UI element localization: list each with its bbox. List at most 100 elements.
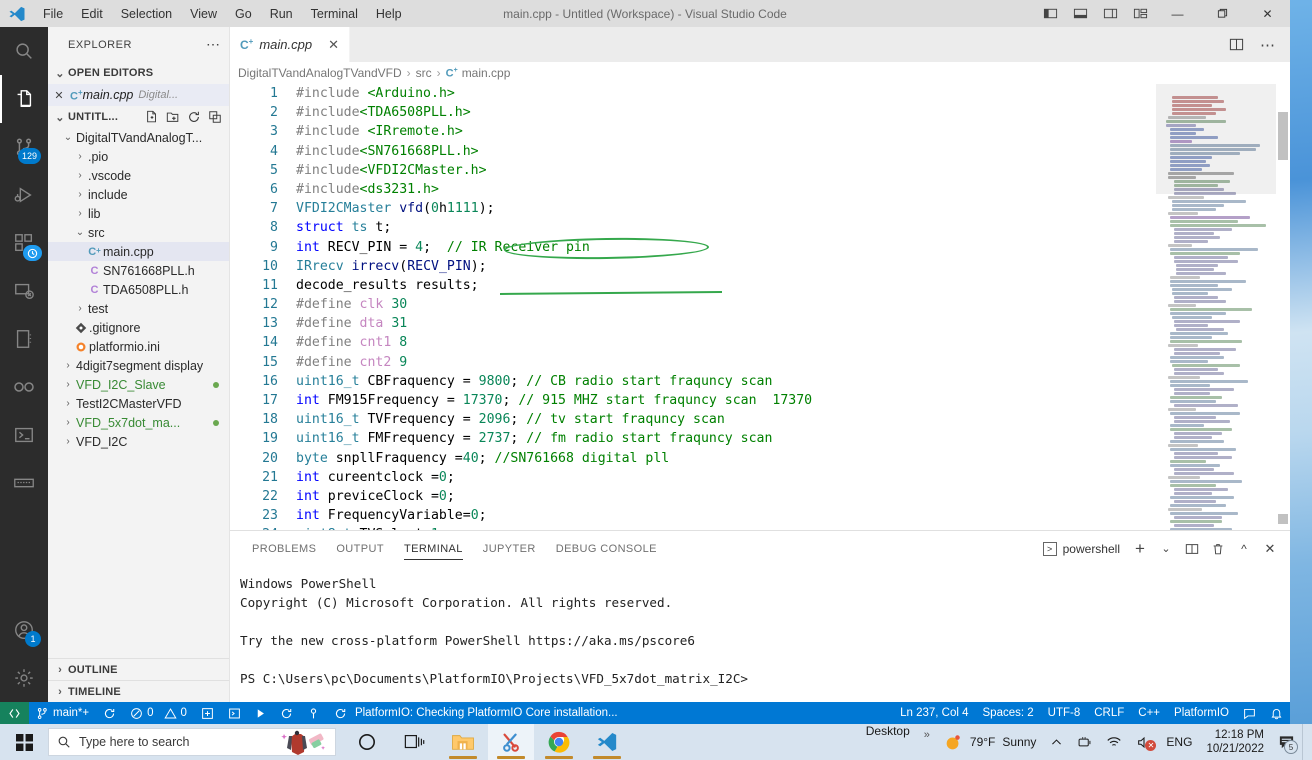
menu-view[interactable]: View xyxy=(181,3,226,25)
section-timeline[interactable]: › TIMELINE xyxy=(48,680,229,702)
more-actions-icon[interactable]: ⋯ xyxy=(1254,27,1282,62)
infinity-icon[interactable] xyxy=(0,363,48,411)
tree-item-gitignore[interactable]: .gitignore xyxy=(48,318,229,337)
language-indicator[interactable]: ENG xyxy=(1159,724,1199,760)
volume-muted-icon[interactable]: ✕ xyxy=(1129,724,1159,760)
pio-home-icon[interactable] xyxy=(194,702,221,724)
new-file-icon[interactable] xyxy=(142,107,162,127)
files-icon[interactable] xyxy=(0,75,48,123)
status-branch[interactable]: main*+ xyxy=(29,702,96,724)
split-terminal-icon[interactable] xyxy=(1180,536,1204,562)
run-debug-icon[interactable] xyxy=(0,171,48,219)
status-eol[interactable]: CRLF xyxy=(1087,702,1131,724)
status-indentation[interactable]: Spaces: 2 xyxy=(976,702,1041,724)
status-platformio[interactable]: PlatformIO xyxy=(1167,702,1236,724)
tab-output[interactable]: OUTPUT xyxy=(326,531,394,566)
remote-window-icon[interactable] xyxy=(0,702,29,724)
menu-go[interactable]: Go xyxy=(226,3,261,25)
menu-file[interactable]: File xyxy=(34,3,72,25)
panel-bottom-icon[interactable] xyxy=(1065,0,1095,27)
tree-item-vscode[interactable]: › .vscode xyxy=(48,166,229,185)
close-icon[interactable]: ✕ xyxy=(48,89,70,102)
tab-problems[interactable]: PROBLEMS xyxy=(242,531,326,566)
minimize-button[interactable]: — xyxy=(1155,0,1200,27)
new-terminal-icon[interactable]: + xyxy=(1128,536,1152,562)
section-workspace[interactable]: ⌄ UNTITL... xyxy=(48,106,229,128)
tree-item-pio[interactable]: › .pio xyxy=(48,147,229,166)
breadcrumb-folder[interactable]: src xyxy=(416,66,432,80)
section-open-editors[interactable]: ⌄ OPEN EDITORS xyxy=(48,62,229,84)
cortana-icon[interactable] xyxy=(344,724,390,760)
pio-build-icon[interactable] xyxy=(248,702,273,724)
folder-icon[interactable] xyxy=(440,724,486,760)
more-actions-icon[interactable]: ⋯ xyxy=(206,36,221,53)
tree-item-lib[interactable]: › lib xyxy=(48,204,229,223)
refresh-icon[interactable] xyxy=(184,107,204,127)
menu-help[interactable]: Help xyxy=(367,3,411,25)
code-content[interactable]: 1 #include <Arduino.h> 2 #include<TDA6508PL… xyxy=(230,84,1156,530)
section-outline[interactable]: › OUTLINE xyxy=(48,658,229,680)
taskbar-clock[interactable]: 12:18 PM 10/21/2022 xyxy=(1199,724,1271,760)
maximize-panel-icon[interactable]: ^ xyxy=(1232,536,1256,562)
panel-left-icon[interactable] xyxy=(1035,0,1065,27)
kill-terminal-icon[interactable] xyxy=(1206,536,1230,562)
tree-item-platformio-ini[interactable]: platformio.ini xyxy=(48,337,229,356)
editor-scrollbar[interactable] xyxy=(1276,84,1290,530)
tree-item-folder[interactable]: ⌄ DigitalTVandAnalogT... xyxy=(48,128,229,147)
tree-item-4digit7segment[interactable]: › 4digit7segment display xyxy=(48,356,229,375)
desktop-label[interactable]: Desktop xyxy=(859,724,917,760)
weather-widget[interactable]: 79°F Sunny xyxy=(937,724,1044,760)
onedrive-icon[interactable] xyxy=(1070,724,1099,760)
menu-run[interactable]: Run xyxy=(261,3,302,25)
close-icon[interactable]: ✕ xyxy=(328,37,339,53)
tab-main-cpp[interactable]: C+ main.cpp ✕ xyxy=(230,27,350,62)
account-icon[interactable]: 1 xyxy=(0,606,48,654)
tree-item-vfd-i2c-slave[interactable]: › VFD_I2C_Slave xyxy=(48,375,229,394)
tree-item-testi2cmastervfd[interactable]: › TestI2CMasterVFD xyxy=(48,394,229,413)
maximize-button[interactable] xyxy=(1200,0,1245,27)
close-panel-icon[interactable]: ✕ xyxy=(1258,536,1282,562)
remote-explorer-icon[interactable] xyxy=(0,267,48,315)
tab-terminal[interactable]: TERMINAL xyxy=(394,531,473,566)
status-cursor-position[interactable]: Ln 237, Col 4 xyxy=(893,702,975,724)
open-editor-item[interactable]: ✕ C+ main.cpp Digital... xyxy=(48,84,229,106)
source-control-icon[interactable]: 129 xyxy=(0,123,48,171)
tree-item-tda6508pll-h[interactable]: C TDA6508PLL.h xyxy=(48,280,229,299)
new-folder-icon[interactable] xyxy=(163,107,183,127)
minimap[interactable] xyxy=(1156,84,1276,530)
split-editor-icon[interactable] xyxy=(1222,27,1250,62)
serial-port-icon[interactable] xyxy=(0,459,48,507)
close-window-button[interactable]: ✕ xyxy=(1245,0,1290,27)
scissors-icon[interactable] xyxy=(488,724,534,760)
scrollbar-thumb[interactable] xyxy=(1278,112,1288,160)
search-input[interactable]: Type here to search xyxy=(79,735,189,749)
gear-icon[interactable] xyxy=(0,654,48,702)
chevron-down-icon[interactable]: ⌄ xyxy=(1154,536,1178,562)
source-code[interactable]: 1 #include <Arduino.h> 2 #include<TDA6508PL… xyxy=(230,84,1156,530)
windows-start-icon[interactable] xyxy=(0,724,48,760)
status-sync-icon[interactable] xyxy=(96,702,123,724)
menu-selection[interactable]: Selection xyxy=(112,3,181,25)
status-task-message[interactable]: PlatformIO: Checking PlatformIO Core ins… xyxy=(327,702,625,724)
tree-item-vfd-5x7dot[interactable]: › VFD_5x7dot_ma... xyxy=(48,413,229,432)
pio-serial-icon[interactable] xyxy=(300,702,327,724)
collapse-all-icon[interactable] xyxy=(205,107,225,127)
panel-right-icon[interactable] xyxy=(1095,0,1125,27)
pio-terminal-icon[interactable] xyxy=(221,702,248,724)
status-problems[interactable]: 0 0 xyxy=(123,702,194,724)
terminal-output[interactable]: Windows PowerShell Copyright (C) Microso… xyxy=(230,566,1290,702)
wifi-icon[interactable] xyxy=(1099,724,1129,760)
bell-icon[interactable] xyxy=(1263,702,1290,724)
status-encoding[interactable]: UTF-8 xyxy=(1041,702,1088,724)
status-language-mode[interactable]: C++ xyxy=(1131,702,1167,724)
tree-item-test[interactable]: › test xyxy=(48,299,229,318)
search-icon[interactable] xyxy=(0,27,48,75)
chrome-icon[interactable] xyxy=(536,724,582,760)
tree-item-include[interactable]: › include xyxy=(48,185,229,204)
terminal-icon[interactable] xyxy=(0,411,48,459)
taskbar-search[interactable]: Type here to search xyxy=(48,728,336,756)
breadcrumb-file[interactable]: C+ main.cpp xyxy=(446,66,511,80)
show-desktop-button[interactable] xyxy=(1302,724,1310,760)
tab-jupyter[interactable]: JUPYTER xyxy=(473,531,546,566)
customize-layout-icon[interactable] xyxy=(1125,0,1155,27)
